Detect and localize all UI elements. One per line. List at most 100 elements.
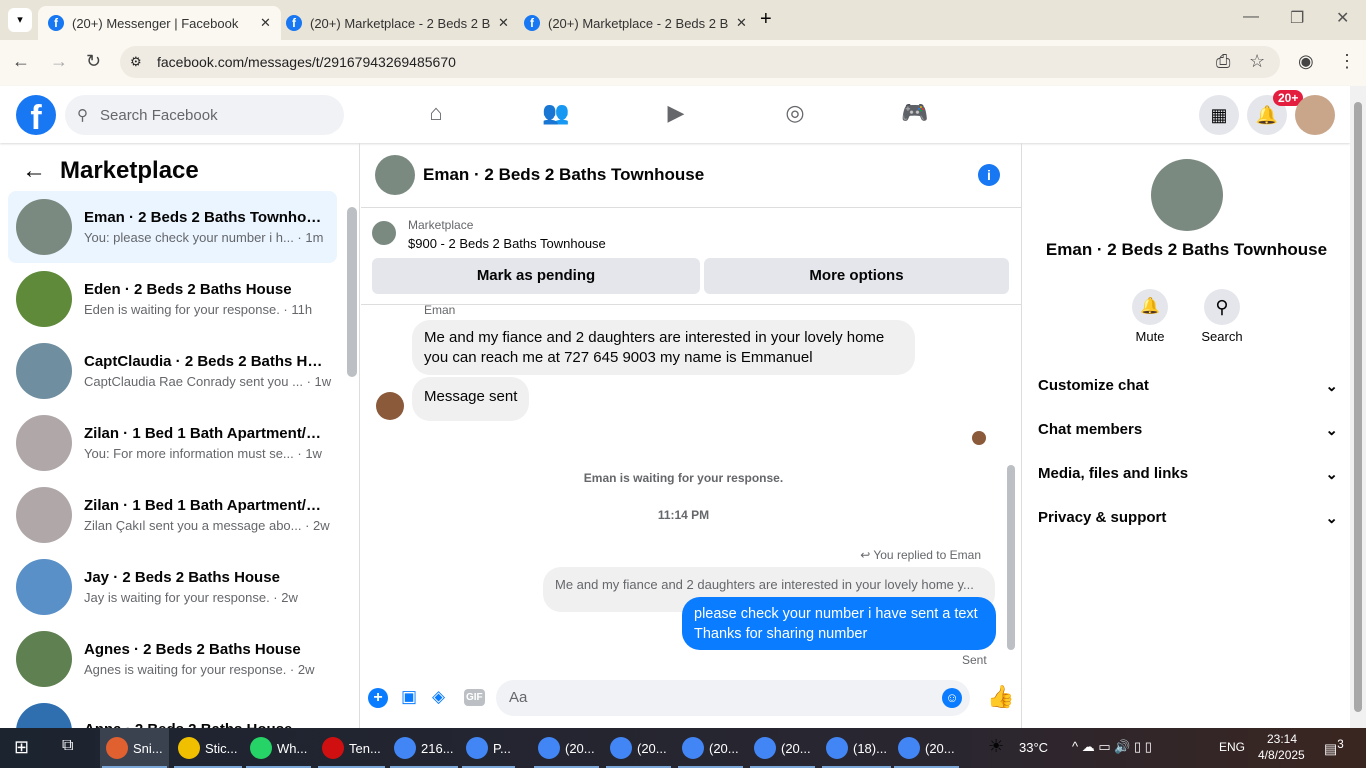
minimize-button[interactable]: — — [1243, 8, 1259, 26]
close-tab-icon[interactable]: ✕ — [260, 15, 271, 31]
app-icon — [322, 737, 344, 759]
listing-title[interactable]: $900 - 2 Beds 2 Baths Townhouse — [408, 236, 606, 251]
conversation-item[interactable]: Jay · 2 Beds 2 Baths House Jay is waiting… — [8, 551, 337, 623]
waiting-notice: Eman is waiting for your response. — [583, 471, 784, 485]
taskbar-app[interactable]: Ten... — [316, 728, 387, 768]
conversation-item[interactable]: Zilan · 1 Bed 1 Bath Apartment/c... You: … — [8, 407, 337, 479]
maximize-button[interactable]: ❐ — [1290, 8, 1304, 28]
friends-icon[interactable]: 👥 — [541, 100, 571, 130]
taskbar-app[interactable]: Stic... — [172, 728, 244, 768]
back-arrow-icon[interactable]: ← — [22, 157, 46, 185]
app-label: (20... — [637, 740, 667, 756]
account-avatar[interactable] — [1295, 95, 1335, 135]
page-scrollbar[interactable] — [1350, 86, 1366, 728]
gif-icon[interactable]: GIF — [464, 689, 485, 706]
customize-chat-section[interactable]: Customize chat ⌄ — [1038, 377, 1338, 395]
tab-marketplace-1[interactable]: f(20+) Marketplace - 2 Beds 2 Baths✕ — [276, 6, 519, 40]
tab-search-button[interactable]: ▾ — [8, 8, 32, 32]
listing-thumbnail[interactable] — [372, 221, 396, 245]
reload-button[interactable]: ↻ — [86, 51, 101, 72]
taskbar-app[interactable]: (20... — [892, 728, 961, 768]
language-indicator[interactable]: ENG — [1219, 740, 1245, 754]
sender-name: Eman — [424, 303, 456, 317]
info-icon[interactable]: i — [978, 164, 1000, 186]
conversation-item[interactable]: Eden · 2 Beds 2 Baths House Eden is waiti… — [8, 263, 337, 335]
sender-avatar[interactable] — [376, 392, 404, 420]
taskbar-app[interactable]: (18)... — [820, 728, 893, 768]
taskbar-app[interactable]: (20... — [676, 728, 745, 768]
mute-icon[interactable]: 🔔 — [1132, 289, 1168, 325]
sticker-icon[interactable]: ◈ — [432, 687, 445, 707]
conversation-item[interactable]: Zilan · 1 Bed 1 Bath Apartment/c... Zilan… — [8, 479, 337, 551]
plus-icon[interactable]: + — [368, 688, 388, 708]
menu-grid-icon[interactable]: ▦ — [1199, 95, 1239, 135]
facebook-logo[interactable]: f — [16, 95, 56, 137]
conversation-avatar — [16, 415, 72, 471]
clock-date[interactable]: 4/8/2025 — [1258, 748, 1305, 762]
taskbar-app[interactable]: (20... — [748, 728, 817, 768]
app-icon — [826, 737, 848, 759]
search-input[interactable]: ⚲ Search Facebook — [65, 95, 344, 135]
message-input[interactable]: Aa ☺ — [496, 680, 970, 716]
gaming-icon[interactable]: 🎮 — [900, 100, 930, 130]
url-bar[interactable]: ⚙ facebook.com/messages/t/291679432694856… — [120, 46, 1280, 78]
close-tab-icon[interactable]: ✕ — [498, 15, 509, 31]
search-icon[interactable]: ⚲ — [1204, 289, 1240, 325]
conversation-item[interactable]: Eman · 2 Beds 2 Baths Townhouse You: plea… — [8, 191, 337, 263]
message-bubble[interactable]: Message sent — [412, 377, 530, 421]
profile-avatar[interactable] — [1151, 159, 1223, 231]
message-bubble[interactable]: Me and my fiance and 2 daughters are int… — [412, 320, 915, 375]
video-icon[interactable]: ▶ — [661, 100, 691, 130]
conversations-scrollbar[interactable] — [347, 207, 357, 377]
taskbar-app[interactable]: P... — [460, 728, 517, 768]
back-button[interactable]: ← — [12, 51, 30, 72]
conversation-item[interactable]: Agnes · 2 Beds 2 Baths House Agnes is wai… — [8, 623, 337, 695]
taskbar-app[interactable]: (20... — [532, 728, 601, 768]
tab-messenger[interactable]: f (20+) Messenger | Facebook ✕ — [38, 6, 281, 40]
photo-icon[interactable]: ▣ — [401, 687, 417, 707]
new-tab-button[interactable]: + — [760, 8, 772, 31]
forward-button[interactable]: → — [50, 51, 68, 72]
chat-panel: Eman · 2 Beds 2 Baths Townhouse i Market… — [361, 143, 1021, 728]
more-options-button[interactable]: More options — [704, 258, 1009, 294]
notification-center-icon[interactable]: ▤3 — [1324, 738, 1344, 758]
close-window-button[interactable]: ✕ — [1336, 8, 1349, 28]
tray-icons[interactable]: ^ ☁ ▭ 🔊 ▯ ▯ — [1072, 739, 1152, 755]
taskbar-app[interactable]: Wh... — [244, 728, 313, 768]
site-info-icon[interactable]: ⚙ — [130, 54, 142, 70]
mute-label[interactable]: Mute — [1122, 329, 1178, 344]
chat-title[interactable]: Eman · 2 Beds 2 Baths Townhouse — [423, 165, 704, 185]
conversation-item[interactable]: Anna · 2 Beds 2 Baths House — [8, 695, 337, 728]
bookmark-star-icon[interactable]: ☆ — [1249, 51, 1265, 72]
facebook-icon: f — [286, 15, 302, 31]
clock-time[interactable]: 23:14 — [1267, 732, 1297, 746]
menu-icon[interactable]: ⋮ — [1338, 51, 1356, 72]
app-label: Ten... — [349, 740, 381, 756]
emoji-icon[interactable]: ☺ — [942, 688, 962, 708]
chat-scrollbar[interactable] — [1007, 465, 1015, 650]
home-icon[interactable]: ⌂ — [421, 100, 451, 130]
weather-temp[interactable]: 33°C — [1019, 740, 1048, 755]
chat-members-section[interactable]: Chat members ⌄ — [1038, 421, 1338, 439]
install-icon[interactable]: ⎙ — [1216, 51, 1230, 72]
windows-start-icon[interactable]: ⊞ — [14, 737, 29, 758]
media-files-section[interactable]: Media, files and links ⌄ — [1038, 465, 1338, 483]
conversation-preview: CaptClaudia Rae Conrady sent you ... · 1… — [84, 374, 332, 389]
privacy-support-section[interactable]: Privacy & support ⌄ — [1038, 509, 1338, 527]
task-view-icon[interactable]: ⧉ — [62, 737, 73, 755]
profile-icon[interactable]: ◉ — [1298, 51, 1314, 72]
conversation-avatar — [16, 487, 72, 543]
taskbar-app[interactable]: Sni... — [100, 728, 169, 768]
tab-marketplace-2[interactable]: f(20+) Marketplace - 2 Beds 2 Baths✕ — [514, 6, 757, 40]
mark-as-pending-button[interactable]: Mark as pending — [372, 258, 700, 294]
taskbar-app[interactable]: 216... — [388, 728, 460, 768]
search-label[interactable]: Search — [1194, 329, 1250, 344]
chat-avatar[interactable] — [375, 155, 415, 195]
taskbar-app[interactable]: (20... — [604, 728, 673, 768]
close-tab-icon[interactable]: ✕ — [736, 15, 747, 31]
scrollbar-thumb[interactable] — [1354, 102, 1362, 712]
sent-message-bubble[interactable]: please check your number i have sent a t… — [682, 597, 996, 650]
conversation-item[interactable]: CaptClaudia · 2 Beds 2 Baths Ho... CaptCl… — [8, 335, 337, 407]
like-icon[interactable]: 👍 — [987, 684, 1014, 710]
groups-icon[interactable]: ◎ — [780, 100, 810, 130]
